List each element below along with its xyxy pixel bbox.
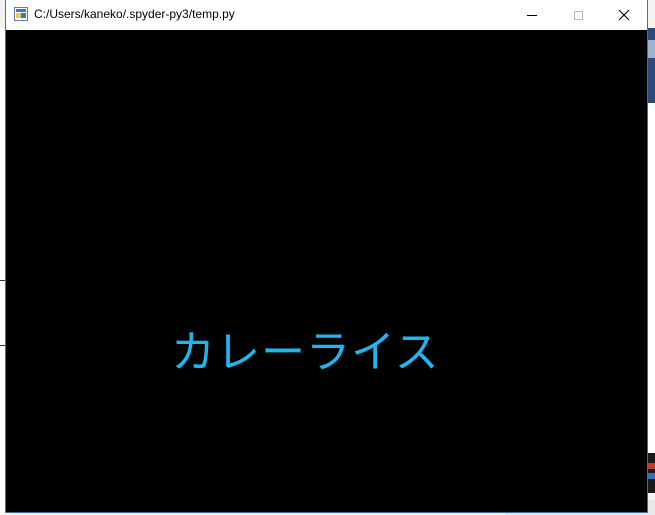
close-button[interactable] — [601, 0, 647, 30]
maximize-button[interactable] — [555, 0, 601, 30]
background-window-fragment — [647, 453, 655, 493]
minimize-icon — [527, 14, 537, 16]
render-canvas[interactable]: カレーライス — [6, 30, 647, 512]
background-window-fragment — [647, 103, 655, 453]
app-window: C:/Users/kaneko/.spyder-py3/temp.py カレーラ… — [6, 0, 647, 512]
window-title: C:/Users/kaneko/.spyder-py3/temp.py — [34, 7, 235, 21]
background-window-fragment — [647, 28, 655, 103]
python-icon — [14, 7, 28, 21]
canvas-text: カレーライス — [171, 327, 440, 378]
close-icon — [618, 9, 630, 21]
title-bar[interactable]: C:/Users/kaneko/.spyder-py3/temp.py — [6, 0, 647, 30]
maximize-icon — [573, 10, 583, 20]
minimize-button[interactable] — [509, 0, 555, 30]
